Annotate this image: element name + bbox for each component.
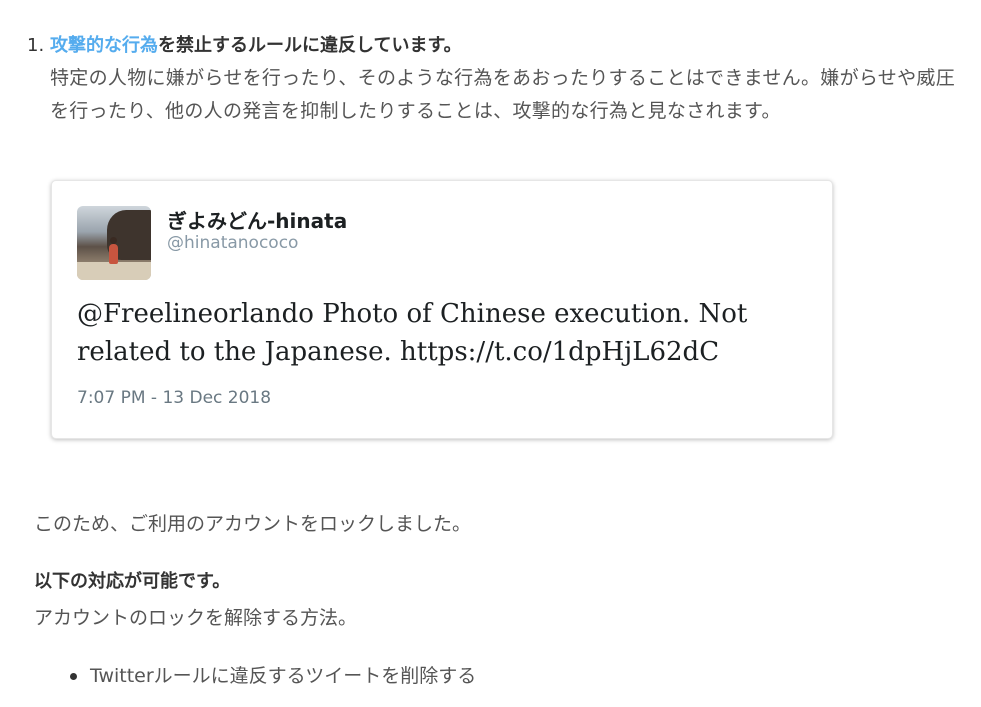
violation-heading: 攻撃的な行為を禁止するルールに違反しています。 bbox=[50, 32, 462, 60]
tweet-text: @Freelineorlando Photo of Chinese execut… bbox=[77, 299, 748, 367]
rule-link[interactable]: 攻撃的な行為 bbox=[50, 35, 158, 56]
options-list: Twitterルールに違反するツイートを削除する bbox=[70, 662, 476, 690]
avatar[interactable] bbox=[77, 206, 151, 280]
embedded-tweet-card[interactable]: ぎよみどん-hinata @hinatanococo @Freelineorla… bbox=[51, 180, 833, 439]
avatar-figure-body bbox=[109, 244, 118, 264]
options-heading: 以下の対応が可能です。 bbox=[34, 571, 231, 592]
violation-description: 特定の人物に嫌がらせを行ったり、そのような行為をあおったりすることはできません。… bbox=[50, 67, 956, 122]
avatar-sand-shape bbox=[77, 262, 151, 280]
list-item: Twitterルールに違反するツイートを削除する bbox=[70, 662, 476, 690]
tweet-display-name[interactable]: ぎよみどん-hinata bbox=[167, 205, 347, 234]
options-subtitle: アカウントのロックを解除する方法。 bbox=[34, 607, 358, 629]
violation-number: 1. bbox=[27, 35, 45, 56]
tweet-handle[interactable]: @hinatanococo bbox=[167, 233, 298, 253]
violation-heading-text: を禁止するルールに違反しています。 bbox=[158, 35, 462, 56]
option-label: Twitterルールに違反するツイートを削除する bbox=[90, 665, 477, 687]
avatar-figure-head bbox=[110, 237, 117, 244]
tweet-timestamp[interactable]: 7:07 PM - 13 Dec 2018 bbox=[77, 388, 271, 408]
account-locked-message: このため、ご利用のアカウントをロックしました。 bbox=[34, 513, 472, 535]
bullet-icon bbox=[70, 673, 77, 680]
